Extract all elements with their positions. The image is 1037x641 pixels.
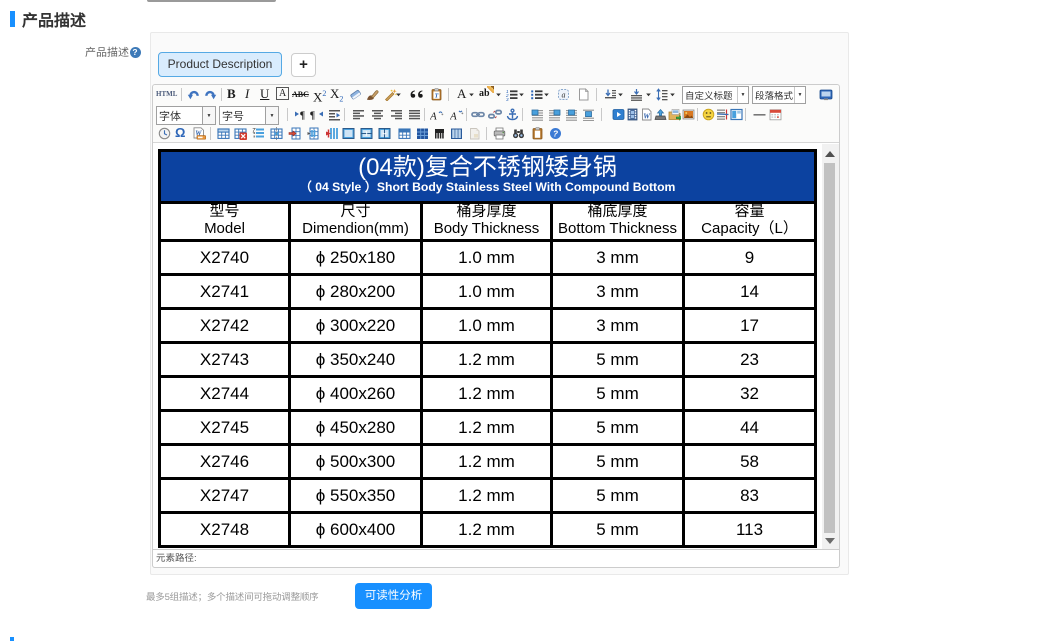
svg-text:A: A (450, 111, 457, 122)
svg-text:3: 3 (506, 97, 509, 101)
svg-text:a: a (562, 91, 566, 100)
svg-text:A: A (430, 111, 437, 122)
svg-text:?: ? (553, 129, 559, 139)
svg-text:¶: ¶ (300, 111, 305, 122)
svg-text:¶: ¶ (310, 111, 315, 122)
